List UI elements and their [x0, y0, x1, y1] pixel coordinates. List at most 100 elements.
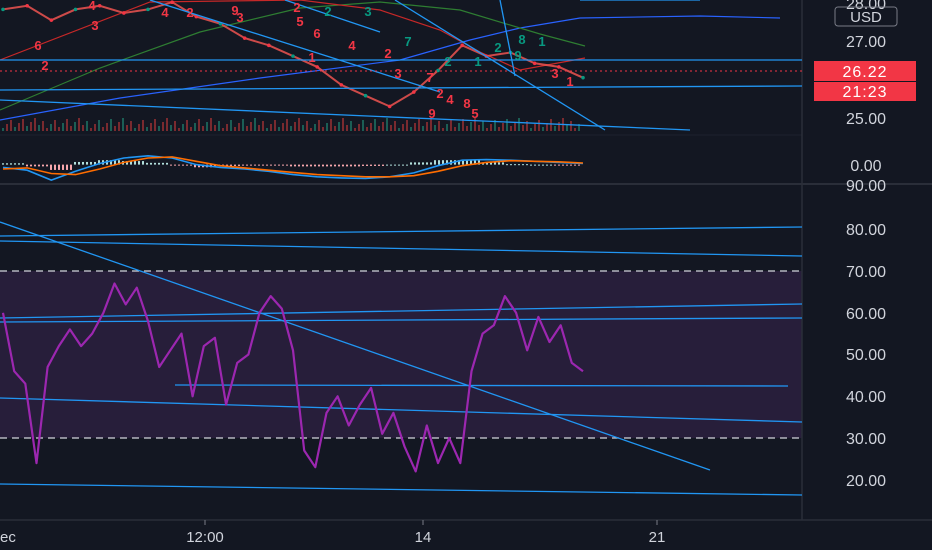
macd-histogram-bar	[162, 162, 164, 165]
current-price-label: 26.22	[842, 64, 887, 81]
macd-histogram-bar	[246, 164, 248, 166]
volume-bar	[262, 121, 264, 131]
volume-bar	[106, 123, 108, 131]
td-red-label: 4	[88, 0, 96, 13]
volume-bar	[134, 128, 136, 131]
volume-bar	[522, 125, 524, 131]
rsi-tick-60: 60.00	[846, 306, 886, 323]
macd-histogram-bar	[2, 163, 4, 165]
rsi-tick-90: 90.00	[846, 178, 886, 195]
time-label-dec: ec	[0, 529, 16, 546]
volume-bar	[482, 121, 484, 131]
price-point	[460, 43, 464, 48]
macd-histogram-bar	[278, 164, 280, 166]
macd-histogram-bar	[34, 164, 36, 167]
volume-bar	[354, 128, 356, 131]
volume-bar	[30, 122, 32, 131]
volume-bar	[514, 122, 516, 131]
macd-histogram-bar	[370, 164, 372, 166]
volume-bar	[142, 120, 144, 131]
volume-bar	[34, 118, 36, 131]
macd-histogram-bar	[262, 164, 264, 166]
volume-bar	[254, 118, 256, 131]
volume-bar	[374, 119, 376, 131]
trading-chart[interactable]: 434 2 93256261423 728945312 372 12891 28.00 U…	[0, 0, 932, 550]
volume-bar	[434, 125, 436, 131]
macd-histogram-bar	[570, 164, 572, 166]
volume-bar	[502, 123, 504, 131]
volume-bar	[10, 120, 12, 131]
macd-histogram-bar	[66, 164, 68, 170]
volume-bar	[442, 128, 444, 131]
volume-bar	[26, 126, 28, 131]
volume-bar	[334, 126, 336, 131]
volume-bar	[438, 121, 440, 131]
price-point	[387, 104, 392, 109]
macd-histogram-bar	[234, 164, 236, 166]
macd-histogram-bar	[138, 161, 140, 165]
macd-histogram-bar	[134, 161, 136, 165]
macd-histogram-bar	[430, 162, 432, 165]
macd-histogram-bar	[394, 164, 396, 166]
volume-bar	[394, 121, 396, 131]
volume-bar	[362, 120, 364, 131]
price-point	[73, 7, 78, 12]
volume-bar	[154, 119, 156, 131]
volume-bar	[554, 126, 556, 131]
macd-histogram-bar	[18, 163, 20, 165]
price-point	[1, 7, 5, 12]
price-point	[267, 43, 271, 48]
volume-bar	[234, 127, 236, 131]
volume-bar	[446, 124, 448, 131]
rsi-tick-80: 80.00	[846, 222, 886, 239]
macd-histogram-bar	[494, 162, 496, 165]
macd-histogram-bar	[418, 162, 420, 165]
volume-bar	[498, 127, 500, 131]
price-tick-25: 25.00	[846, 111, 886, 128]
macd-histogram-bar	[402, 164, 404, 166]
td-green-label: 8	[518, 32, 525, 47]
td-red-label: 1	[566, 74, 573, 89]
rsi-tick-70: 70.00	[846, 264, 886, 281]
volume-bar	[510, 126, 512, 131]
volume-bar	[166, 118, 168, 131]
volume-bar	[282, 123, 284, 131]
macd-tick-zero: 0.00	[850, 158, 881, 175]
td-green-label: 2	[324, 4, 331, 19]
volume-bar	[194, 123, 196, 131]
macd-axis[interactable]: 0.00	[850, 158, 881, 175]
macd-histogram-bar	[298, 164, 300, 167]
td-green-label: 9	[514, 48, 521, 63]
volume-bar	[6, 124, 8, 131]
rsi-tick-50: 50.00	[846, 347, 886, 364]
price-point	[97, 3, 102, 8]
price-point	[315, 65, 319, 69]
macd-histogram-bar	[350, 164, 352, 167]
macd-histogram-bar	[566, 164, 568, 166]
macd-histogram-bar	[290, 164, 292, 167]
macd-histogram-bar	[498, 162, 500, 165]
macd-histogram-bar	[386, 164, 388, 166]
td-red-label: 4	[446, 92, 454, 107]
td-red-label: 2	[41, 58, 48, 73]
macd-histogram-bar	[542, 164, 544, 166]
price-point	[412, 90, 416, 94]
macd-histogram-bar	[174, 164, 176, 166]
td-red-label: 7	[426, 70, 433, 85]
volume-bar	[422, 126, 424, 131]
volume-bar	[450, 120, 452, 131]
volume-bar	[202, 126, 204, 131]
macd-histogram-bar	[354, 164, 356, 167]
macd-histogram-bar	[62, 164, 64, 170]
volume-bar	[398, 128, 400, 131]
macd-histogram-bar	[6, 163, 8, 165]
macd-histogram-bar	[238, 164, 240, 166]
volume-bar	[110, 119, 112, 131]
volume-bar	[14, 127, 16, 131]
macd-histogram-bar	[254, 164, 256, 166]
macd-histogram-bar	[178, 164, 180, 166]
td-red-label: 3	[394, 66, 401, 81]
volume-bar	[566, 125, 568, 131]
macd-histogram-bar	[550, 164, 552, 166]
macd-histogram-bar	[526, 164, 528, 166]
